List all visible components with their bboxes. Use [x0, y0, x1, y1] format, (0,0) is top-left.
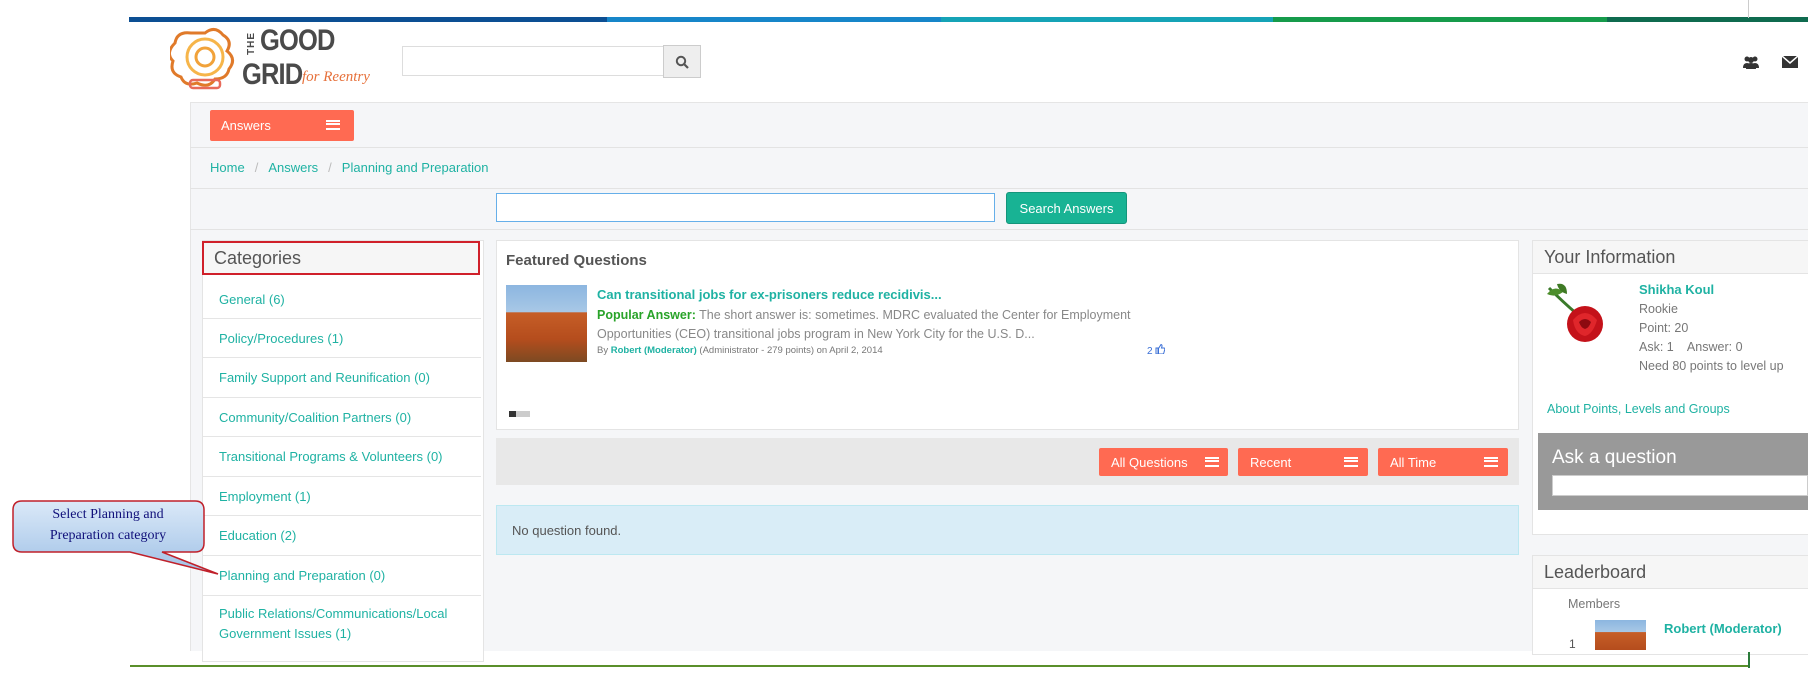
byline-prefix: By [597, 345, 609, 356]
user-avatar-rose[interactable] [1543, 280, 1611, 348]
group-icon[interactable] [1741, 52, 1761, 72]
callout-text: Select Planning and Preparation category [20, 504, 196, 546]
answers-menu-button[interactable]: Answers [210, 110, 354, 141]
breadcrumb: Home / Answers / Planning and Preparatio… [210, 160, 489, 175]
answers-search-input[interactable] [496, 193, 995, 222]
breadcrumb-answers[interactable]: Answers [268, 160, 318, 175]
leaderboard-member-link[interactable]: Robert (Moderator) [1664, 621, 1782, 636]
all-time-filter[interactable]: All Time [1378, 448, 1508, 476]
breadcrumb-separator: / [254, 160, 259, 175]
leaderboard-members-label: Members [1568, 597, 1621, 611]
category-family-support[interactable]: Family Support and Reunification (0) [203, 357, 481, 397]
color-segment-1 [129, 17, 607, 22]
categories-title: Categories [202, 241, 480, 275]
leaderboard-avatar[interactable] [1595, 620, 1646, 650]
category-transitional-programs[interactable]: Transitional Programs & Volunteers (0) [203, 436, 481, 476]
breadcrumb-separator: / [328, 160, 332, 175]
bottom-corner-mark [1748, 652, 1750, 668]
breadcrumb-current[interactable]: Planning and Preparation [342, 160, 489, 175]
your-information-title: Your Information [1533, 241, 1808, 274]
author-meta: (Administrator - 279 points) [699, 345, 814, 356]
leaderboard-rank: 1 [1569, 637, 1576, 651]
featured-question-link[interactable]: Can transitional jobs for ex-prisoners r… [597, 287, 942, 302]
category-policy-procedures[interactable]: Policy/Procedures (1) [203, 318, 481, 357]
search-answers-button[interactable]: Search Answers [1006, 192, 1127, 224]
logo-the: THE [246, 32, 257, 55]
filter-label: Recent [1250, 454, 1292, 470]
answers-label: Answers [221, 118, 271, 133]
category-employment[interactable]: Employment (1) [203, 476, 481, 515]
breadcrumb-home[interactable]: Home [210, 160, 245, 175]
category-community-partners[interactable]: Community/Coalition Partners (0) [203, 397, 481, 436]
category-planning-preparation[interactable]: Planning and Preparation (0) [203, 555, 481, 595]
user-ask-answer: Ask: 1 Answer: 0 [1639, 340, 1743, 354]
question-date: on April 2, 2014 [816, 345, 883, 356]
filter-label: All Time [1390, 454, 1437, 470]
logo-grid: GRID [242, 58, 303, 91]
header-search-input[interactable] [402, 46, 663, 76]
about-points-link[interactable]: About Points, Levels and Groups [1547, 402, 1730, 416]
color-segment-2 [607, 17, 941, 22]
divider [190, 188, 1808, 189]
category-general[interactable]: General (6) [203, 280, 481, 318]
color-segment-4 [1273, 17, 1607, 22]
carousel-dot-active[interactable] [509, 411, 516, 417]
menu-icon [1344, 457, 1358, 467]
menu-icon [1484, 457, 1498, 467]
question-byline: By Robert (Moderator) (Administrator - 2… [597, 345, 883, 356]
question-thumbnail[interactable] [506, 285, 587, 362]
popular-answer: Popular Answer: The short answer is: som… [597, 306, 1157, 344]
menu-icon [1205, 457, 1219, 467]
user-rank: Rookie [1639, 302, 1678, 316]
search-icon [675, 55, 689, 69]
author-link[interactable]: Robert (Moderator) [611, 345, 697, 356]
leaderboard-title: Leaderboard [1533, 556, 1808, 589]
ask-question-box [1538, 433, 1808, 510]
logo-good: GOOD [260, 24, 335, 57]
divider [190, 229, 1808, 230]
frame-edge [1748, 0, 1749, 18]
color-segment-5 [1607, 17, 1808, 22]
site-logo[interactable]: THE GOOD GRID for Reentry [168, 24, 390, 94]
mail-icon[interactable] [1780, 52, 1800, 72]
featured-questions-title: Featured Questions [506, 252, 647, 269]
callout-line-2: Preparation category [49, 528, 167, 543]
logo-tagline: for Reentry [302, 69, 370, 85]
bottom-border [130, 665, 1748, 667]
top-color-bar [129, 17, 1808, 22]
vote-number: 2 [1147, 346, 1153, 357]
carousel-dot[interactable] [516, 411, 523, 417]
popular-answer-label: Popular Answer: [597, 308, 696, 322]
callout-line-1: Select Planning and [52, 507, 164, 522]
carousel-indicator[interactable] [509, 411, 530, 417]
thumbs-up-icon [1155, 343, 1166, 355]
category-education[interactable]: Education (2) [203, 515, 481, 555]
recent-filter[interactable]: Recent [1238, 448, 1368, 476]
all-questions-filter[interactable]: All Questions [1099, 448, 1228, 476]
carousel-dot[interactable] [523, 411, 530, 417]
header-search-button[interactable] [663, 45, 701, 78]
user-level-need: Need 80 points to level up [1639, 359, 1784, 373]
vote-count[interactable]: 2 [1147, 343, 1166, 357]
category-public-relations[interactable]: Public Relations/Communications/Local Go… [203, 595, 481, 652]
ask-question-title: Ask a question [1552, 447, 1677, 468]
user-points: Point: 20 [1639, 321, 1689, 335]
user-name-link[interactable]: Shikha Koul [1639, 282, 1714, 297]
color-segment-3 [941, 17, 1273, 22]
ask-question-input[interactable] [1552, 475, 1808, 496]
divider [190, 147, 1808, 148]
menu-icon [326, 120, 340, 130]
filter-label: All Questions [1111, 454, 1188, 470]
no-question-message: No question found. [496, 505, 1519, 555]
